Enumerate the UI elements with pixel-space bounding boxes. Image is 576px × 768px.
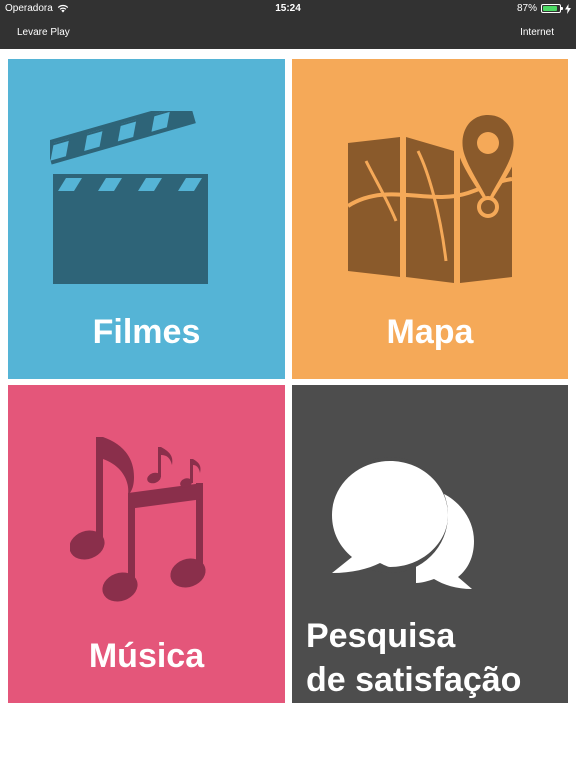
map-pin-icon bbox=[348, 111, 518, 283]
tile-mapa[interactable]: Mapa bbox=[292, 59, 568, 379]
battery-level bbox=[543, 6, 557, 11]
tile-pesquisa-label-line1: Pesquisa bbox=[306, 617, 456, 655]
tile-musica-label: Música bbox=[88, 637, 205, 675]
speech-bubbles-icon bbox=[332, 457, 474, 589]
charging-bolt-icon bbox=[565, 3, 571, 14]
internet-button[interactable]: Internet bbox=[520, 27, 554, 38]
status-battery: 87% bbox=[517, 3, 571, 14]
status-time: 15:24 bbox=[275, 3, 301, 14]
clapperboard-icon bbox=[50, 111, 208, 284]
battery-percent: 87% bbox=[516, 3, 537, 14]
tile-mapa-label: Mapa bbox=[386, 313, 474, 351]
tile-filmes[interactable]: Filmes bbox=[8, 59, 285, 379]
tile-filmes-label: Filmes bbox=[92, 313, 201, 351]
app-title[interactable]: Levare Play bbox=[17, 27, 70, 38]
top-bar: Operadora 15:24 87% Levare Play Internet bbox=[0, 0, 576, 49]
tile-musica[interactable]: Música bbox=[8, 385, 285, 703]
tile-pesquisa-label-line2: de satisfação bbox=[306, 661, 522, 699]
tile-pesquisa[interactable]: Pesquisa de satisfação bbox=[292, 385, 568, 703]
music-notes-icon bbox=[70, 437, 206, 602]
battery-icon bbox=[541, 4, 563, 13]
